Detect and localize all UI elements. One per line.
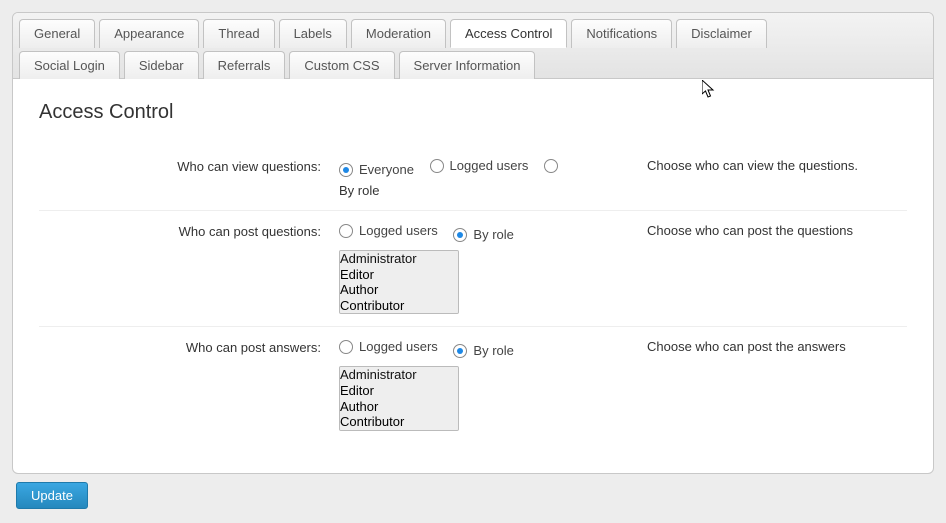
radio-icon	[430, 159, 444, 173]
tab-server-information[interactable]: Server Information	[399, 51, 536, 79]
radio-everyone[interactable]: Everyone	[339, 162, 414, 177]
radio-icon	[339, 340, 353, 354]
tab-custom-css[interactable]: Custom CSS	[289, 51, 394, 79]
role-option[interactable]: Editor	[340, 267, 458, 283]
radio-label: Logged users	[450, 158, 529, 173]
page-title: Access Control	[39, 101, 907, 124]
radio-icon	[339, 163, 353, 177]
radio-logged-users[interactable]: Logged users	[430, 158, 529, 173]
radio-logged-users[interactable]: Logged users	[339, 339, 438, 354]
tab-general[interactable]: General	[19, 19, 95, 48]
tab-appearance[interactable]: Appearance	[99, 19, 199, 48]
setting-help: Choose who can post the questions	[639, 223, 907, 238]
radio-icon	[453, 228, 467, 242]
radio-icon	[339, 224, 353, 238]
setting-view-questions: Who can view questions: Everyone Logged …	[39, 146, 907, 211]
role-select[interactable]: Administrator Editor Author Contributor	[339, 250, 459, 314]
radio-by-role[interactable]: By role	[453, 343, 513, 358]
role-option[interactable]: Editor	[340, 383, 458, 399]
button-bar: Update	[12, 474, 934, 511]
role-option[interactable]: Author	[340, 399, 458, 415]
radio-icon	[453, 344, 467, 358]
setting-label: Who can post answers:	[39, 339, 339, 355]
radio-by-role[interactable]: By role	[453, 227, 513, 242]
tab-row-1: General Appearance Thread Labels Moderat…	[19, 19, 927, 47]
tab-social-login[interactable]: Social Login	[19, 51, 120, 79]
tab-row-2: Social Login Sidebar Referrals Custom CS…	[19, 51, 927, 78]
radio-label: Everyone	[359, 162, 414, 177]
radio-label: Logged users	[359, 223, 438, 238]
setting-help: Choose who can post the answers	[639, 339, 907, 354]
radio-by-role[interactable]	[544, 159, 564, 173]
radio-icon	[544, 159, 558, 173]
tab-access-control[interactable]: Access Control	[450, 19, 567, 48]
radio-label-byrole: By role	[339, 183, 639, 198]
tab-bar: General Appearance Thread Labels Moderat…	[13, 13, 933, 79]
setting-label: Who can post questions:	[39, 223, 339, 239]
tab-content: Access Control Who can view questions: E…	[13, 79, 933, 473]
tab-referrals[interactable]: Referrals	[203, 51, 286, 79]
tab-labels[interactable]: Labels	[279, 19, 347, 48]
setting-post-answers: Who can post answers: Logged users By ro…	[39, 327, 907, 442]
role-option[interactable]: Administrator	[340, 251, 458, 267]
radio-label: Logged users	[359, 339, 438, 354]
tab-notifications[interactable]: Notifications	[571, 19, 672, 48]
role-select[interactable]: Administrator Editor Author Contributor	[339, 366, 459, 430]
update-button[interactable]: Update	[16, 482, 88, 509]
setting-label: Who can view questions:	[39, 158, 339, 174]
radio-label: By role	[473, 227, 513, 242]
settings-panel: General Appearance Thread Labels Moderat…	[12, 12, 934, 474]
role-option[interactable]: Contributor	[340, 298, 458, 314]
radio-label: By role	[473, 343, 513, 358]
setting-options: Everyone Logged users By role	[339, 158, 639, 198]
tab-thread[interactable]: Thread	[203, 19, 274, 48]
tab-disclaimer[interactable]: Disclaimer	[676, 19, 767, 48]
setting-post-questions: Who can post questions: Logged users By …	[39, 211, 907, 327]
setting-options: Logged users By role Administrator Edito…	[339, 339, 639, 430]
setting-options: Logged users By role Administrator Edito…	[339, 223, 639, 314]
tab-moderation[interactable]: Moderation	[351, 19, 446, 48]
role-option[interactable]: Author	[340, 282, 458, 298]
role-option[interactable]: Administrator	[340, 367, 458, 383]
radio-logged-users[interactable]: Logged users	[339, 223, 438, 238]
setting-help: Choose who can view the questions.	[639, 158, 907, 173]
role-option[interactable]: Contributor	[340, 414, 458, 430]
tab-sidebar[interactable]: Sidebar	[124, 51, 199, 79]
